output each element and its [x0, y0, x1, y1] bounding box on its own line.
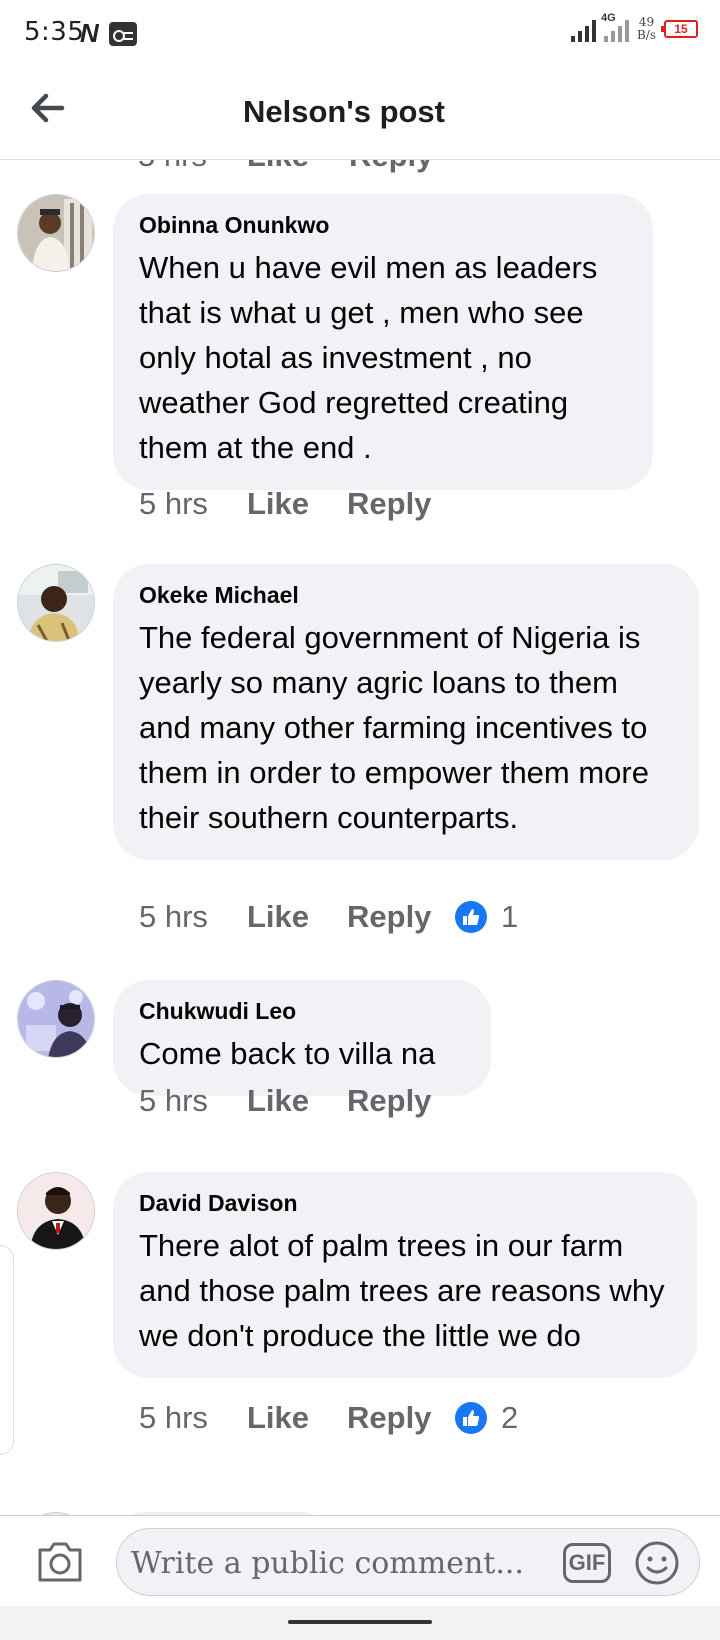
comment-author[interactable]: Obinna Onunkwo — [139, 212, 627, 239]
comment-time: 5 hrs — [139, 1083, 208, 1118]
comment-actions: 5 hrs Like Reply — [139, 486, 455, 522]
comment-author[interactable]: Chukwudi Leo — [139, 998, 465, 1025]
comment-bubble[interactable]: Okeke Michael The federal government of … — [113, 564, 699, 860]
comment-composer: Write a public comment... GIF — [0, 1515, 720, 1606]
reaction-summary[interactable]: 1 — [455, 899, 518, 935]
camera-icon — [38, 1542, 82, 1582]
reply-button[interactable]: Reply — [347, 1400, 455, 1436]
status-notification-icons: N — [80, 18, 137, 49]
reply-button[interactable]: Reply — [347, 899, 455, 935]
avatar[interactable] — [17, 194, 95, 272]
comment-bubble[interactable]: Obinna Onunkwo When u have evil men as l… — [113, 194, 653, 490]
avatar[interactable] — [17, 980, 95, 1058]
comment-time: 5 hrs — [139, 486, 208, 521]
status-time: 5:35 — [24, 17, 85, 47]
reaction-count: 1 — [501, 899, 519, 934]
signal-group: 4G — [570, 12, 629, 42]
reply-button[interactable]: Reply — [347, 486, 455, 522]
status-indicators: 4G 49 B/s 15 — [570, 12, 698, 42]
like-button[interactable]: Like — [247, 486, 347, 522]
comment-time: 5 hrs — [139, 1400, 208, 1435]
speed-unit: B/s — [636, 28, 656, 42]
comment-time: 5 hrs — [138, 160, 207, 174]
status-bar: 5:35 N 4G 49 B/s 15 — [0, 0, 720, 64]
side-drag-handle[interactable] — [0, 1245, 14, 1455]
page-title: Nelson's post — [242, 94, 445, 129]
avatar[interactable] — [17, 564, 95, 642]
app-header: Nelson's post — [0, 64, 720, 160]
comment-actions: 5 hrs Like Reply 1 — [139, 899, 518, 935]
network-speed: 49 B/s — [637, 16, 656, 42]
avatar-photo-icon — [18, 565, 94, 641]
comment-actions: 5 hrs Like Reply — [139, 1083, 455, 1119]
comment-text: When u have evil men as leaders that is … — [139, 250, 598, 465]
like-button[interactable]: Like — [247, 899, 347, 935]
comment-input-placeholder: Write a public comment... — [131, 1546, 521, 1581]
network-type: 4G — [600, 12, 616, 24]
signal-strength-icon — [570, 16, 596, 42]
home-indicator[interactable] — [288, 1620, 432, 1624]
avatar-photo-icon — [18, 981, 94, 1057]
like-button[interactable]: Like — [247, 1400, 347, 1436]
comment-bubble[interactable]: Chukwudi Leo Come back to villa na — [113, 980, 491, 1096]
battery-icon: 15 — [661, 20, 698, 38]
n-notification-icon: N — [80, 18, 99, 48]
reaction-count: 2 — [501, 1400, 519, 1435]
message-notification-icon — [108, 21, 137, 46]
avatar-photo-icon — [18, 195, 94, 271]
reply-button[interactable]: Reply — [347, 1083, 455, 1119]
emoji-icon — [635, 1541, 679, 1585]
comments-feed[interactable]: 5 hrs Like Reply Obinna Onunkwo When u h… — [0, 160, 720, 1515]
like-reaction-icon — [455, 1402, 487, 1434]
comment-text: Come back to villa na — [139, 1036, 436, 1071]
comment-input[interactable]: Write a public comment... GIF — [116, 1528, 700, 1596]
previous-comment-actions: 5 hrs Like Reply — [138, 160, 433, 174]
like-reaction-icon — [455, 901, 487, 933]
like-button[interactable]: Like — [247, 160, 309, 174]
comment-text: There alot of palm trees in our farm and… — [139, 1228, 665, 1353]
reaction-summary[interactable]: 2 — [455, 1400, 518, 1436]
like-button[interactable]: Like — [247, 1083, 347, 1119]
reply-button[interactable]: Reply — [349, 160, 433, 174]
avatar[interactable] — [17, 1172, 95, 1250]
comment-author[interactable]: David Davison — [139, 1190, 671, 1217]
comment-actions: 5 hrs Like Reply 2 — [139, 1400, 518, 1436]
comment-author[interactable]: Okeke Michael — [139, 582, 673, 609]
comment-text: The federal government of Nigeria is yea… — [139, 620, 649, 835]
camera-button[interactable] — [36, 1538, 84, 1584]
comment-time: 5 hrs — [139, 899, 208, 934]
system-nav-bar — [0, 1606, 720, 1640]
avatar-photo-icon — [18, 1173, 94, 1249]
gif-button[interactable]: GIF — [563, 1543, 611, 1583]
comment-bubble[interactable]: David Davison There alot of palm trees i… — [113, 1172, 697, 1378]
emoji-button[interactable] — [633, 1539, 681, 1587]
